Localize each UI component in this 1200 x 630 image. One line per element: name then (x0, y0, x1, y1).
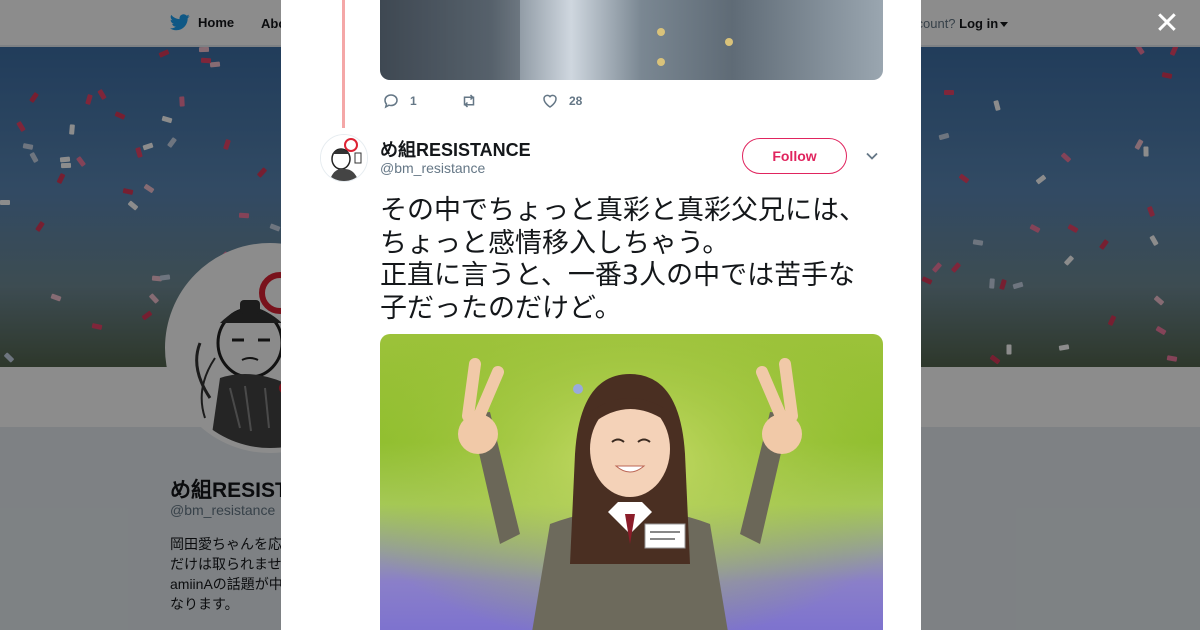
thread-connector-line (342, 0, 345, 128)
follow-button[interactable]: Follow (742, 138, 847, 174)
tweet-text-line: 正直に言うと、一番3人の中では苦手な (380, 260, 856, 291)
tweet-text-line: その中でちょっと真彩と真彩父兄には、 (380, 195, 866, 226)
chevron-down-icon[interactable] (865, 149, 879, 163)
reply-icon (384, 94, 398, 109)
like-icon (543, 94, 557, 108)
retweet-icon (463, 94, 475, 108)
like-count: 28 (569, 94, 583, 108)
tweet-author-name[interactable]: め組RESISTANCE (380, 136, 531, 162)
tweet-text-line: ちょっと感情移入しちゃう。 (380, 227, 730, 259)
tweet-modal: 1 28 め組RESISTANCE @bm_resistance Follow … (281, 0, 921, 630)
reply-action[interactable]: 1 (382, 92, 460, 110)
tweet-text: その中でちょっと真彩と真彩父兄には、 ちょっと感情移入しちゃう。 正直に言うと、… (380, 195, 890, 325)
author-avatar-illustration (321, 135, 367, 181)
previous-tweet-actions: 1 28 (382, 92, 582, 110)
reply-count: 1 (410, 94, 417, 108)
tweet-text-line: 子だったのだけど。 (380, 292, 622, 324)
like-action[interactable]: 28 (541, 92, 582, 110)
tweet-photo-illustration (380, 334, 883, 630)
previous-tweet-photo[interactable] (380, 0, 883, 80)
tweet-photo[interactable] (380, 334, 883, 630)
retweet-action[interactable] (460, 92, 541, 110)
tweet-author-handle[interactable]: @bm_resistance (380, 160, 485, 176)
close-icon[interactable]: ✕ (1152, 9, 1182, 40)
tweet-author-avatar[interactable] (320, 134, 368, 182)
